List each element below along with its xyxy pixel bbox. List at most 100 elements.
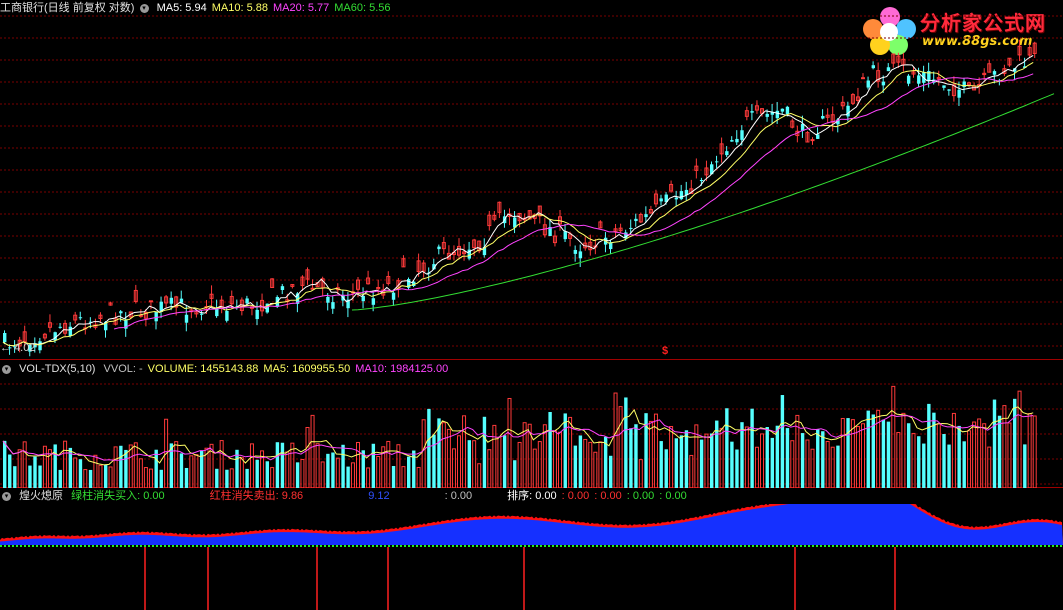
volume-bar-up bbox=[416, 466, 421, 488]
volume-bar-up bbox=[760, 433, 764, 488]
candle-down bbox=[780, 108, 785, 112]
candle-down bbox=[674, 197, 679, 200]
volume-bar-down bbox=[735, 449, 739, 488]
volume-bar-up bbox=[300, 458, 305, 488]
candle-down bbox=[947, 89, 951, 91]
volume-bar-down bbox=[740, 422, 744, 488]
volume-bar-up bbox=[22, 441, 27, 488]
candle-down bbox=[38, 341, 42, 351]
volume-bar-up bbox=[972, 421, 977, 488]
candle-down bbox=[225, 310, 229, 321]
volume-bar-up bbox=[421, 419, 426, 488]
indicator-settings-circle-icon[interactable]: ▾ bbox=[2, 491, 11, 501]
candle-down bbox=[184, 314, 189, 323]
candle-down bbox=[846, 105, 850, 117]
candle-down bbox=[563, 231, 567, 240]
volume-bar-up bbox=[492, 424, 497, 488]
volume-bar-down bbox=[58, 469, 62, 488]
volume-bar-down bbox=[664, 449, 668, 488]
indicator-panel-header: ▾ 煌火熄原 绿柱消失买入: 0.00 红柱消失卖出: 9.86 9.12: 0.0… bbox=[0, 488, 697, 504]
volume-bar-up bbox=[861, 423, 865, 488]
indicator-title[interactable]: 煌火熄原 bbox=[19, 490, 63, 502]
volume-bar-up bbox=[977, 418, 982, 488]
volume-bar-up bbox=[517, 441, 522, 488]
volume-bar-down bbox=[407, 456, 411, 488]
volume-bar-down bbox=[154, 449, 158, 488]
volume-bar-down bbox=[725, 408, 729, 488]
volume-bar-down bbox=[179, 453, 184, 488]
volume-bar-down bbox=[245, 468, 249, 488]
volume-bar-up bbox=[219, 440, 224, 488]
volume-bar-down bbox=[750, 408, 754, 488]
candle-down bbox=[169, 297, 174, 304]
volume-bar-up bbox=[472, 440, 477, 488]
candle-down bbox=[199, 313, 204, 315]
volume-bar-up bbox=[310, 414, 315, 488]
volume-bar-up bbox=[648, 420, 653, 488]
low-price-marker: ← 4.02 bbox=[0, 342, 36, 354]
volume-bar-down bbox=[962, 441, 966, 488]
volume-settings-circle-icon[interactable]: ▾ bbox=[2, 364, 11, 374]
volume-bar-down bbox=[679, 435, 684, 488]
volume-bar-up bbox=[598, 441, 603, 488]
volume-bar-up bbox=[896, 431, 901, 488]
volume-bar-down bbox=[836, 445, 840, 488]
volume-title[interactable]: VOL-TDX(5,10) bbox=[19, 363, 95, 375]
volume-bar-down bbox=[482, 416, 487, 488]
price-chart[interactable] bbox=[0, 0, 1063, 360]
candle-up bbox=[861, 77, 865, 80]
volume-bar-up bbox=[63, 440, 68, 488]
candle-down bbox=[730, 140, 734, 142]
event-marker-icon[interactable]: $ bbox=[662, 345, 668, 357]
volume-bar-down bbox=[341, 444, 345, 488]
volume-bar-up bbox=[487, 449, 492, 488]
volume-chart[interactable] bbox=[0, 376, 1063, 488]
volume-bar-down bbox=[609, 455, 613, 488]
volume-bar-up bbox=[507, 397, 512, 488]
volume-bar-up bbox=[618, 406, 623, 488]
volume-bar-down bbox=[467, 440, 471, 488]
volume-bar-down bbox=[184, 467, 189, 488]
volume-bar-up bbox=[689, 454, 694, 488]
volume-bar-down bbox=[922, 443, 926, 488]
candle-down bbox=[715, 161, 719, 163]
volume-bar-up bbox=[613, 392, 618, 488]
indicator-chart[interactable] bbox=[0, 504, 1063, 610]
volume-bar-down bbox=[28, 465, 32, 488]
indicator-label-2: 9.12 bbox=[368, 490, 390, 502]
volume-bar-down bbox=[119, 445, 123, 488]
candle-down bbox=[245, 298, 249, 304]
volume-bar-up bbox=[174, 441, 179, 488]
volume-bar-up bbox=[936, 423, 941, 488]
volume-bar-up bbox=[1032, 415, 1037, 488]
volume-bar-up bbox=[704, 433, 709, 488]
volume-bar-down bbox=[881, 419, 886, 488]
volume-bar-up bbox=[315, 443, 320, 488]
volume-bar-down bbox=[997, 415, 1002, 488]
candle-down bbox=[816, 134, 820, 139]
candle-down bbox=[765, 113, 769, 117]
candle-down bbox=[68, 326, 73, 337]
volume-bar-up bbox=[669, 425, 674, 488]
indicator-label-0: 绿柱消失买入: 0.00 bbox=[71, 490, 165, 502]
volume-bar-up bbox=[133, 442, 138, 488]
volume-bar-up bbox=[108, 466, 113, 488]
volume-bar-down bbox=[785, 428, 790, 488]
volume-bar-down bbox=[265, 461, 269, 488]
volume-bar-up bbox=[532, 448, 537, 488]
volume-bar-up bbox=[522, 422, 527, 488]
volume-bar-up bbox=[552, 430, 557, 488]
volume-bar-down bbox=[391, 466, 396, 488]
volume-label-0: VVOL: - bbox=[103, 363, 143, 375]
volume-bar-up bbox=[911, 432, 916, 488]
indicator-label-5: : 0.00 bbox=[561, 490, 590, 502]
volume-bar-down bbox=[674, 438, 679, 488]
indicator-legend: 绿柱消失买入: 0.00 红柱消失卖出: 9.86 9.12: 0.00 排序: 0.… bbox=[71, 490, 692, 502]
candle-up bbox=[148, 300, 153, 303]
volume-bar-down bbox=[775, 425, 780, 488]
volume-bar-up bbox=[93, 454, 98, 488]
volume-bar-down bbox=[78, 459, 83, 488]
volume-bar-down bbox=[684, 430, 689, 488]
volume-bar-down bbox=[906, 423, 911, 488]
volume-bar-down bbox=[225, 469, 229, 488]
